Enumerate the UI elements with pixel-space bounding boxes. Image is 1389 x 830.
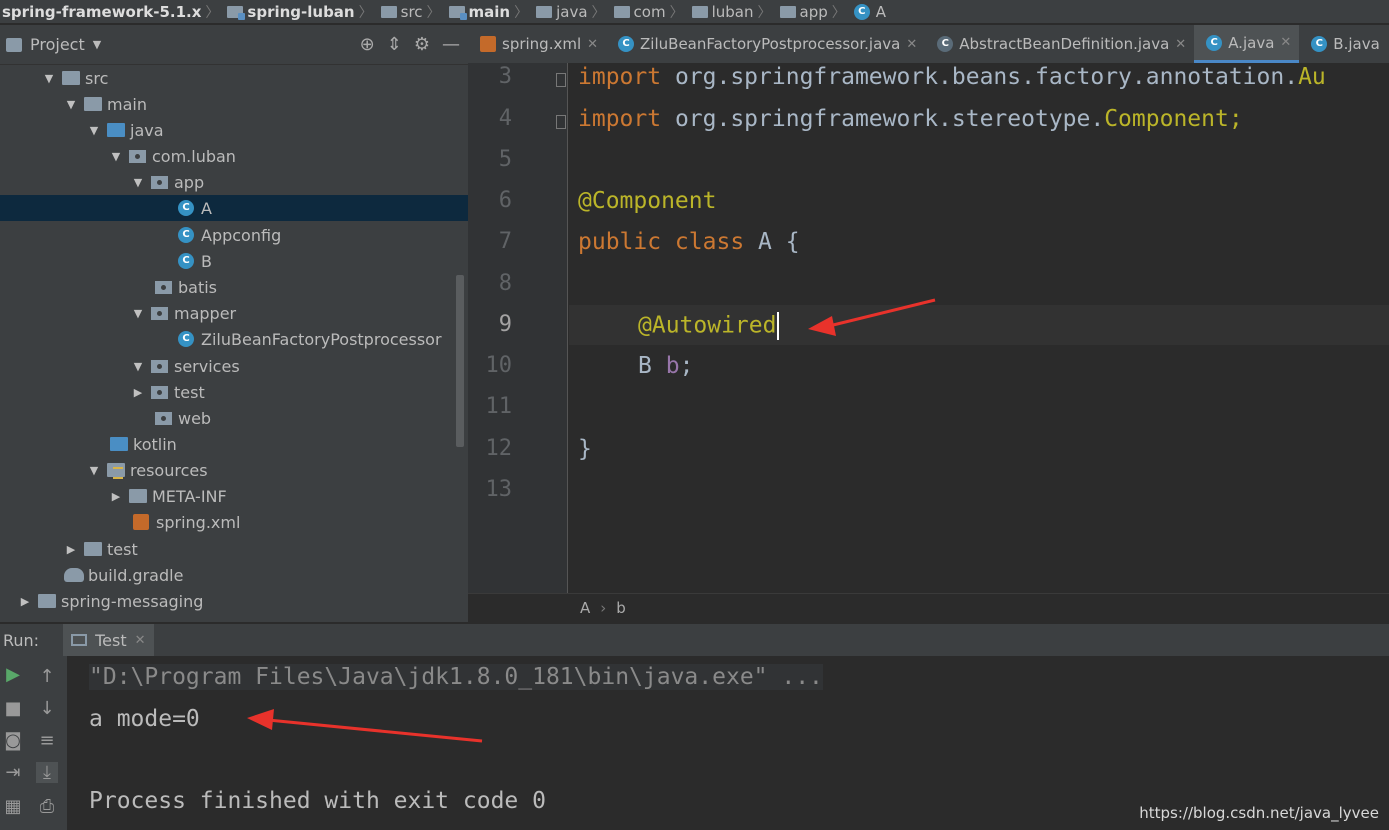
annotation-arrows bbox=[247, 298, 936, 743]
arrow-to-output bbox=[247, 709, 483, 743]
arrow-to-autowired bbox=[808, 298, 936, 336]
